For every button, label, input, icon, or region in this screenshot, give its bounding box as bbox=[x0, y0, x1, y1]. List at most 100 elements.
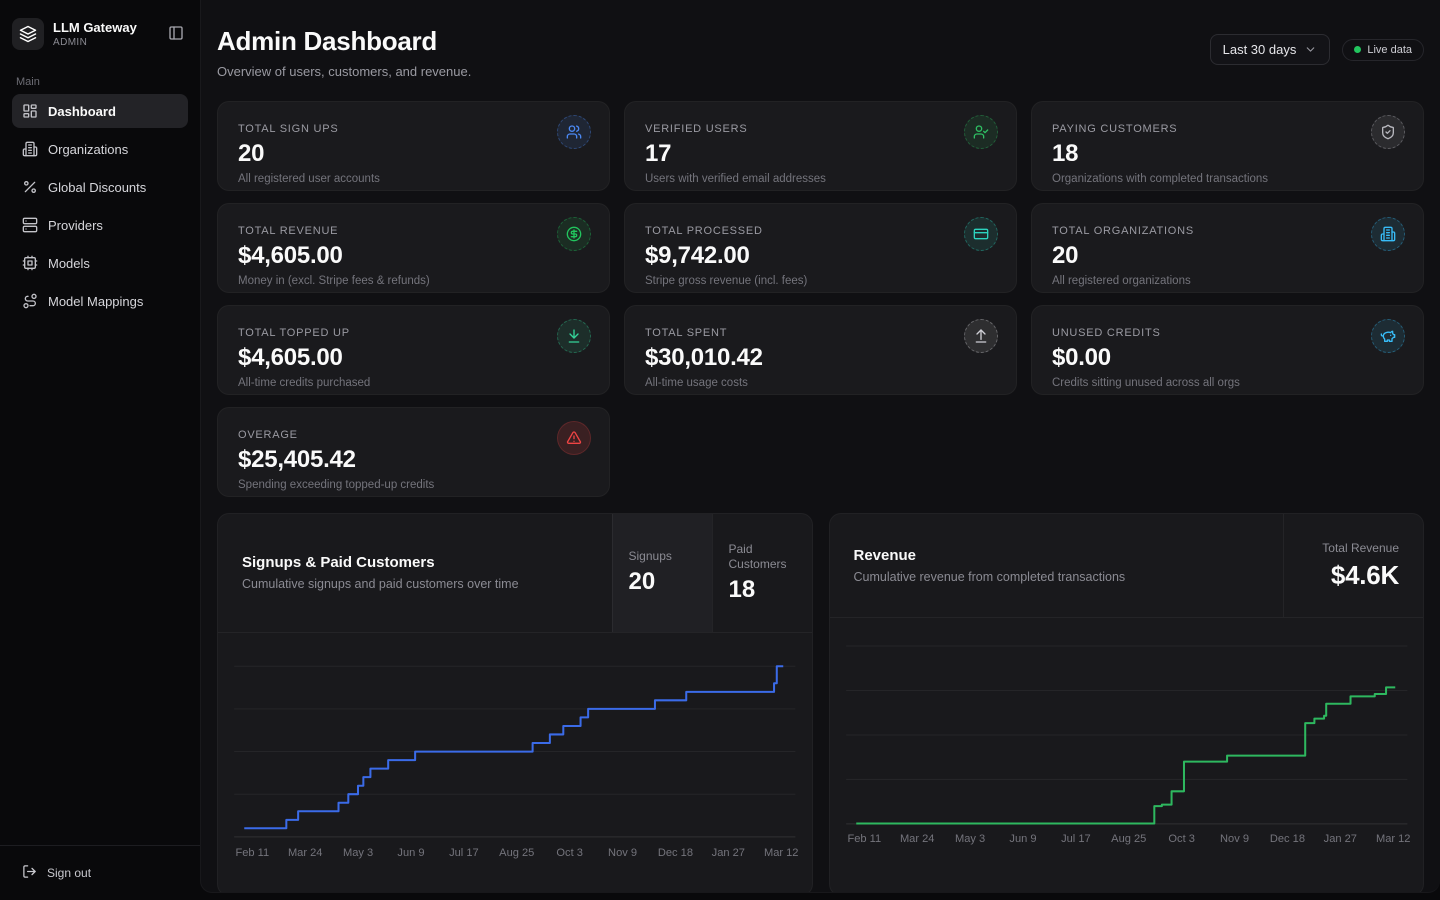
signups-chart[interactable]: Feb 11Mar 24May 3Jun 9Jul 17Aug 25Oct 3N… bbox=[218, 633, 812, 893]
percent-icon bbox=[22, 179, 38, 195]
revenue-chart-title: Revenue bbox=[854, 547, 1126, 564]
server-icon bbox=[22, 217, 38, 233]
piggy-bank-icon bbox=[1371, 319, 1405, 353]
sidebar-section-label: Main bbox=[0, 64, 200, 94]
stat-description: Credits sitting unused across all orgs bbox=[1052, 377, 1403, 389]
legend-value: 18 bbox=[729, 576, 796, 604]
stat-label: UNUSED CREDITS bbox=[1052, 327, 1403, 339]
revenue-chart-card: Revenue Cumulative revenue from complete… bbox=[829, 513, 1425, 893]
stat-value: $25,405.42 bbox=[238, 446, 589, 474]
revenue-chart-plot: Feb 11Mar 24May 3Jun 9Jul 17Aug 25Oct 3N… bbox=[830, 618, 1424, 893]
sidebar-collapse-button[interactable] bbox=[164, 21, 188, 48]
sidebar-item-global-discounts[interactable]: Global Discounts bbox=[12, 170, 188, 204]
stat-description: Money in (excl. Stripe fees & refunds) bbox=[238, 275, 589, 287]
svg-text:Nov 9: Nov 9 bbox=[1220, 834, 1249, 846]
sidebar-item-model-mappings[interactable]: Model Mappings bbox=[12, 284, 188, 318]
stat-label: TOTAL PROCESSED bbox=[645, 225, 996, 237]
stat-value: $30,010.42 bbox=[645, 344, 996, 372]
svg-text:Jul 17: Jul 17 bbox=[449, 847, 479, 859]
stat-card-unused-credits: UNUSED CREDITS $0.00 Credits sitting unuse… bbox=[1031, 305, 1424, 395]
svg-text:Feb 11: Feb 11 bbox=[235, 847, 269, 859]
legend-label: Signups bbox=[629, 549, 696, 564]
stat-value: $0.00 bbox=[1052, 344, 1403, 372]
chart-legend-toggles: Signups 20 Paid Customers18 bbox=[612, 514, 812, 632]
page-subtitle: Overview of users, customers, and revenu… bbox=[217, 64, 471, 79]
sidebar-nav: Dashboard Organizations Global Discounts Pr… bbox=[0, 94, 200, 318]
download-icon bbox=[557, 319, 591, 353]
live-data-label: Live data bbox=[1367, 44, 1412, 56]
stat-label: VERIFIED USERS bbox=[645, 123, 996, 135]
sidebar: LLM Gateway ADMIN Main Dashboard Organiza… bbox=[0, 0, 200, 900]
stat-card-total-organizations: TOTAL ORGANIZATIONS20All registered orga… bbox=[1031, 203, 1424, 293]
stat-description: All registered organizations bbox=[1052, 275, 1403, 287]
stats-grid: TOTAL SIGN UPS20All registered user acco… bbox=[217, 101, 1424, 497]
stat-label: OVERAGE bbox=[238, 429, 589, 441]
signups-chart-header: Signups & Paid Customers Cumulative sign… bbox=[218, 514, 812, 633]
building-icon bbox=[22, 141, 38, 157]
svg-text:Nov 9: Nov 9 bbox=[608, 847, 637, 859]
stat-value: 20 bbox=[238, 140, 589, 168]
stat-card-total-spent: TOTAL SPENT$30,010.42All-time usage cost… bbox=[624, 305, 1017, 395]
stat-label: TOTAL SPENT bbox=[645, 327, 996, 339]
sidebar-item-label: Models bbox=[48, 256, 90, 271]
dashboard-icon bbox=[22, 103, 38, 119]
stat-value: $4,605.00 bbox=[238, 344, 589, 372]
building-icon bbox=[1371, 217, 1405, 251]
svg-text:Jul 17: Jul 17 bbox=[1061, 834, 1091, 846]
app-name: LLM Gateway bbox=[53, 20, 155, 35]
stat-label: PAYING CUSTOMERS bbox=[1052, 123, 1403, 135]
sign-out-button[interactable]: Sign out bbox=[12, 856, 101, 890]
stat-label: TOTAL REVENUE bbox=[238, 225, 589, 237]
signups-chart-card: Signups & Paid Customers Cumulative sign… bbox=[217, 513, 813, 893]
svg-text:May 3: May 3 bbox=[343, 847, 373, 859]
svg-text:Jan 27: Jan 27 bbox=[1323, 834, 1356, 846]
stat-label: TOTAL TOPPED UP bbox=[238, 327, 589, 339]
svg-text:Aug 25: Aug 25 bbox=[499, 847, 534, 859]
sidebar-item-label: Organizations bbox=[48, 142, 128, 157]
svg-text:Mar 24: Mar 24 bbox=[899, 834, 934, 846]
sidebar-item-dashboard[interactable]: Dashboard bbox=[12, 94, 188, 128]
stat-value: 17 bbox=[645, 140, 996, 168]
live-data-badge: Live data bbox=[1342, 39, 1424, 61]
stat-value: 20 bbox=[1052, 242, 1403, 270]
svg-text:Feb 11: Feb 11 bbox=[847, 834, 881, 846]
revenue-chart-subtitle: Cumulative revenue from completed transa… bbox=[854, 570, 1126, 584]
charts-row: Signups & Paid Customers Cumulative sign… bbox=[217, 513, 1424, 893]
credit-card-icon bbox=[964, 217, 998, 251]
stat-label: TOTAL SIGN UPS bbox=[238, 123, 589, 135]
svg-text:Dec 18: Dec 18 bbox=[1269, 834, 1304, 846]
sidebar-item-models[interactable]: Models bbox=[12, 246, 188, 280]
stat-description: Stripe gross revenue (incl. fees) bbox=[645, 275, 996, 287]
cpu-icon bbox=[22, 255, 38, 271]
legend-toggle-paid-customers[interactable]: Paid Customers18 bbox=[712, 514, 812, 632]
alert-triangle-icon bbox=[557, 421, 591, 455]
stat-description: Users with verified email addresses bbox=[645, 173, 996, 185]
stat-card-total-topped-up: TOTAL TOPPED UP$4,605.00All-time credits… bbox=[217, 305, 610, 395]
chevron-down-icon bbox=[1304, 43, 1317, 56]
log-out-icon bbox=[22, 864, 37, 882]
svg-text:Oct 3: Oct 3 bbox=[1168, 834, 1195, 846]
sidebar-item-providers[interactable]: Providers bbox=[12, 208, 188, 242]
svg-text:Dec 18: Dec 18 bbox=[658, 847, 693, 859]
sidebar-footer: Sign out bbox=[0, 845, 200, 890]
live-dot-icon bbox=[1354, 46, 1361, 53]
route-icon bbox=[22, 293, 38, 309]
date-range-value: Last 30 days bbox=[1223, 42, 1297, 57]
sidebar-item-label: Providers bbox=[48, 218, 103, 233]
stat-value: $9,742.00 bbox=[645, 242, 996, 270]
app-role: ADMIN bbox=[53, 37, 155, 48]
sidebar-item-organizations[interactable]: Organizations bbox=[12, 132, 188, 166]
revenue-chart[interactable]: Feb 11Mar 24May 3Jun 9Jul 17Aug 25Oct 3N… bbox=[830, 618, 1424, 893]
date-range-select[interactable]: Last 30 days bbox=[1210, 34, 1331, 65]
signups-chart-plot: Feb 11Mar 24May 3Jun 9Jul 17Aug 25Oct 3N… bbox=[218, 633, 812, 893]
svg-text:Jun 9: Jun 9 bbox=[1009, 834, 1036, 846]
stat-description: Organizations with completed transaction… bbox=[1052, 173, 1403, 185]
legend-toggle-signups[interactable]: Signups 20 bbox=[612, 514, 712, 632]
svg-text:May 3: May 3 bbox=[954, 834, 984, 846]
stat-card-verified-users: VERIFIED USERS 17 Users with verified emai… bbox=[624, 101, 1017, 191]
main-panel: Admin Dashboard Overview of users, custo… bbox=[200, 0, 1440, 893]
svg-text:Jan 27: Jan 27 bbox=[712, 847, 745, 859]
legend-value: 20 bbox=[629, 568, 696, 596]
stat-card-total-processed: TOTAL PROCESSED $9,742.00 Stripe gross rev… bbox=[624, 203, 1017, 293]
total-revenue-value: $4.6K bbox=[1331, 560, 1399, 591]
